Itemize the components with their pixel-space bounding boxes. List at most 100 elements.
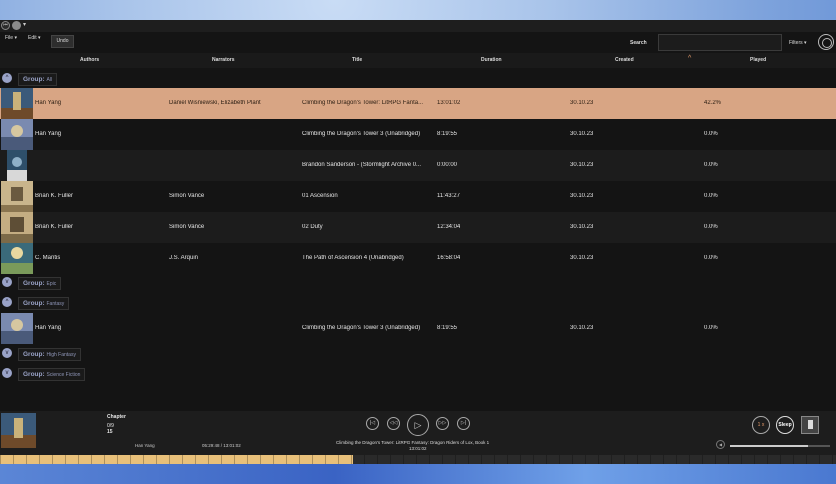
cell-duration: 12:34:04: [437, 224, 461, 230]
book-cover-ascension: [1, 181, 33, 212]
table-row[interactable]: Han Yang Climbing the Dragon's Tower 3 (…: [0, 313, 836, 344]
sort-ascending-icon: ^: [688, 55, 692, 62]
volume-slider[interactable]: [730, 445, 830, 447]
book-cover-dragon-tower-3: [1, 313, 33, 344]
chevron-down-icon[interactable]: v: [2, 368, 12, 378]
book-cover-stormlight: [7, 150, 27, 181]
cell-duration: 11:43:27: [437, 193, 460, 199]
book-cover-dragon-tower-3: [1, 119, 33, 150]
cell-title: Brandon Sanderson - (Stormlight Archive …: [302, 162, 422, 168]
cell-author: Brian K. Fuller: [35, 193, 74, 199]
group-header-fantasy[interactable]: ^ Group: Fantasy: [0, 294, 200, 312]
chevron-down-icon[interactable]: v: [2, 277, 12, 287]
menu-file[interactable]: File ▾: [5, 35, 17, 41]
cell-played: 0.0%: [704, 224, 718, 230]
player-duration: 13:01:02: [409, 446, 427, 451]
cell-author: Brian K. Fuller: [35, 224, 74, 230]
cell-created: 30.10.23: [570, 325, 594, 331]
play-button[interactable]: ▷: [407, 414, 429, 436]
chevron-up-icon[interactable]: ^: [2, 297, 12, 307]
chapter-total: 15: [107, 429, 113, 435]
cell-author: C. Mantis: [35, 255, 61, 261]
group-header-high-fantasy[interactable]: v Group: High Fantasy: [0, 345, 200, 363]
player-author: Han Yang: [135, 443, 155, 448]
column-authors[interactable]: Authors: [80, 57, 99, 63]
cell-duration: 8:19:55: [437, 325, 458, 331]
cell-title: Climbing the Dragon's Tower 3 (Unabridge…: [302, 131, 421, 137]
cell-title: The Path of Ascension 4 (Unabridged): [302, 255, 404, 261]
chapter-label: Chapter: [107, 414, 126, 420]
column-narrators[interactable]: Narrators: [212, 57, 235, 63]
cell-narrator: Simon Vance: [169, 193, 205, 199]
user-avatar-icon[interactable]: [818, 34, 834, 50]
cell-title: 02 Duty: [302, 224, 323, 230]
cell-created: 30.10.23: [570, 255, 594, 261]
search-input[interactable]: [658, 34, 782, 51]
cell-played: 0.0%: [704, 255, 718, 261]
table-row[interactable]: Brian K. Fuller Simon Vance 02 Duty 12:3…: [0, 212, 836, 243]
table-row[interactable]: Brian K. Fuller Simon Vance 01 Ascension…: [0, 181, 836, 212]
skip-previous-button[interactable]: |◁: [366, 417, 379, 430]
cell-played: 0.0%: [704, 325, 718, 331]
cell-created: 30.10.23: [570, 224, 594, 230]
table-row[interactable]: Han Yang Climbing the Dragon's Tower 3 (…: [0, 119, 836, 150]
group-header-science-fiction[interactable]: v Group: Science Fiction: [0, 365, 200, 383]
chapter-ticks: [0, 455, 836, 464]
table-row[interactable]: Brandon Sanderson - (Stormlight Archive …: [0, 150, 836, 181]
title-bar: ⏮ ▾: [0, 20, 836, 32]
search-label: Search: [630, 40, 647, 46]
table-row[interactable]: Han Yang Daniel Wisniewski, Elizabeth Pl…: [0, 88, 836, 119]
chevron-up-icon[interactable]: ^: [2, 73, 12, 83]
book-cover-path-of-ascension: [1, 243, 33, 274]
app-icon[interactable]: [12, 21, 21, 30]
cell-title: 01 Ascension: [302, 193, 338, 199]
sleep-timer-button[interactable]: Sleep: [776, 416, 794, 434]
bookmark-button[interactable]: [801, 416, 819, 434]
cell-created: 30.10.23: [570, 131, 594, 137]
skip-next-button[interactable]: ▷|: [457, 417, 470, 430]
column-duration[interactable]: Duration: [481, 57, 502, 63]
app-window: ⏮ ▾ File ▾ Edit ▾ Undo Search Filters ▾ …: [0, 20, 836, 464]
menu-edit[interactable]: Edit ▾: [28, 35, 41, 41]
group-label: Group: High Fantasy: [18, 348, 81, 361]
chevron-down-icon[interactable]: ▾: [23, 21, 26, 28]
undo-button[interactable]: Undo: [51, 35, 74, 48]
cell-played: 0.0%: [704, 162, 718, 168]
volume-icon[interactable]: ◀: [716, 440, 725, 449]
book-cover-duty: [1, 212, 33, 243]
cell-narrator: Daniel Wisniewski, Elizabeth Plant: [169, 100, 261, 106]
cell-played: 42.2%: [704, 100, 722, 106]
table-row[interactable]: C. Mantis J.S. Arquin The Path of Ascens…: [0, 243, 836, 274]
fast-forward-button[interactable]: ▷▷: [436, 417, 449, 430]
cell-duration: 16:58:04: [437, 255, 461, 261]
cell-duration: 0:00:00: [437, 162, 458, 168]
cell-played: 0.0%: [704, 193, 718, 199]
group-label: Group: All: [18, 73, 58, 86]
column-created[interactable]: Created: [615, 57, 634, 63]
group-header-epic[interactable]: v Group: Epic: [0, 274, 200, 292]
column-title[interactable]: Title: [352, 57, 362, 63]
cell-title: Climbing the Dragon's Tower: LitRPG Fant…: [302, 100, 424, 106]
group-header-all[interactable]: ^ Group: All: [0, 70, 200, 88]
cell-author: Han Yang: [35, 100, 62, 106]
filters-dropdown[interactable]: Filters ▾: [789, 40, 807, 46]
rewind-button[interactable]: ◁◁: [387, 417, 400, 430]
desktop-background: [0, 462, 836, 484]
player-title: Climbing the Dragon's Tower: LitRPG Fant…: [336, 440, 490, 445]
group-label: Group: Fantasy: [18, 297, 70, 310]
cell-narrator: Simon Vance: [169, 224, 205, 230]
group-label: Group: Epic: [18, 277, 62, 290]
book-cover-dragon-tower: [1, 88, 33, 119]
cell-created: 30.10.23: [570, 100, 594, 106]
skip-back-icon[interactable]: ⏮: [1, 21, 10, 30]
cell-narrator: J.S. Arquin: [169, 255, 199, 261]
cell-author: Han Yang: [35, 131, 62, 137]
chevron-down-icon[interactable]: v: [2, 348, 12, 358]
volume-fill: [730, 445, 808, 447]
playback-speed-button[interactable]: 1 x: [752, 416, 770, 434]
cell-title: Climbing the Dragon's Tower 3 (Unabridge…: [302, 325, 421, 331]
playback-progress-bar[interactable]: [0, 455, 836, 464]
now-playing-cover[interactable]: [1, 413, 36, 448]
column-header: Authors Narrators Title Duration Created…: [0, 53, 836, 68]
column-played[interactable]: Played: [750, 57, 766, 63]
